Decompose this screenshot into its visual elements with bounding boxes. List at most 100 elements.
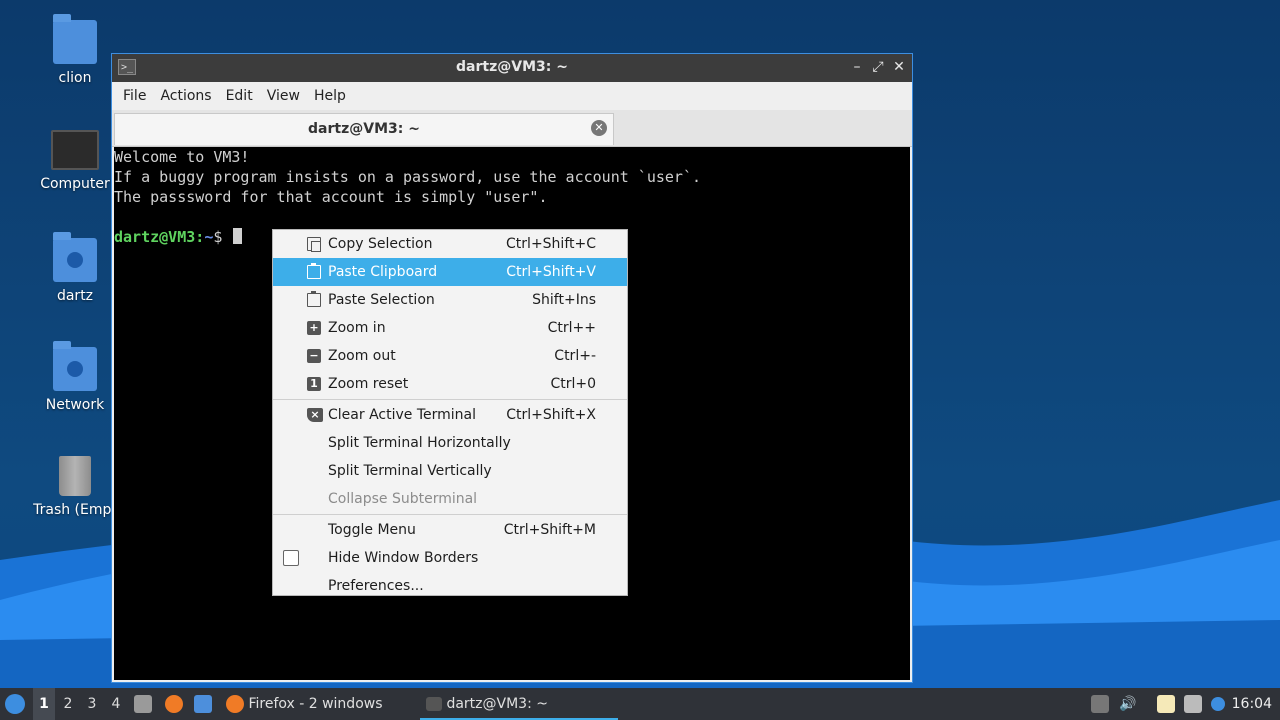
menu-item-label: Split Terminal Horizontally [328,435,511,451]
terminal-icon [426,697,442,711]
hide-borders-checkbox[interactable] [283,550,299,566]
menu-item-label: Copy Selection [328,236,433,252]
window-titlebar[interactable]: >_ dartz@VM3: ~ – ⤢ ✕ [112,54,912,82]
firefox-icon [165,695,183,713]
desktop-icon-label: dartz [56,288,94,304]
desktop-icon-label: Trash (Empt [33,502,117,518]
desktop-icon-trash[interactable]: Trash (Empt [25,456,125,518]
menu-item-label: Zoom out [328,348,396,364]
workspace-3[interactable]: 3 [81,688,103,720]
menu-item-label: Preferences... [328,578,424,594]
menu-edit[interactable]: Edit [219,88,260,104]
start-menu-icon[interactable] [5,694,25,714]
workspace-2[interactable]: 2 [57,688,79,720]
desktop-icon-dartz[interactable]: dartz [25,232,125,304]
desktop-icon-clion[interactable]: clion [25,14,125,86]
task-label: Firefox - 2 windows [248,696,383,712]
volume-icon[interactable]: 🔊 [1119,695,1137,713]
terminal-line: Welcome to VM3! [114,148,250,166]
menu-item-shortcut: Ctrl+- [554,348,596,364]
menu-item-label: Zoom in [328,320,386,336]
tab-close-icon[interactable]: ✕ [591,120,607,136]
prompt-separator: : [195,228,205,246]
copy-icon [307,237,321,252]
desktop-icon-computer[interactable]: Computer [25,130,125,192]
firefox-icon [226,695,244,713]
file-manager-icon [134,695,152,713]
clock[interactable]: 16:04 [1232,688,1272,720]
menu-item-label: Zoom reset [328,376,409,392]
folder-icon [53,14,97,64]
maximize-button[interactable]: ⤢ [869,58,887,76]
menu-item-label: Paste Clipboard [328,264,438,280]
menu-item-split-horizontal[interactable]: Split Terminal Horizontally [273,429,627,457]
file-manager-launcher[interactable] [134,688,152,720]
menu-item-label: Clear Active Terminal [328,407,476,423]
context-menu: Copy Selection Ctrl+Shift+C Paste Clipbo… [272,229,628,596]
menu-item-zoom-out[interactable]: − Zoom out Ctrl+- [273,342,627,370]
menu-item-shortcut: Ctrl+0 [550,376,596,392]
window-title: dartz@VM3: ~ [456,59,568,75]
task-label: dartz@VM3: ~ [446,696,548,712]
menu-item-shortcut: Shift+Ins [532,292,596,308]
workspace-1[interactable]: 1 [33,688,55,720]
task-terminal[interactable]: dartz@VM3: ~ [420,688,618,720]
tab-strip: dartz@VM3: ~ ✕ [112,110,912,147]
firefox-launcher[interactable] [165,688,183,720]
menu-help[interactable]: Help [307,88,353,104]
prompt-user: dartz@VM3 [114,228,196,246]
menu-separator [273,399,627,400]
menu-item-shortcut: Ctrl+Shift+C [506,236,596,252]
home-folder-icon [53,232,97,282]
network-icon[interactable] [1184,695,1202,713]
task-firefox[interactable]: Firefox - 2 windows [226,688,406,720]
terminal-line: If a buggy program insists on a password… [114,168,701,186]
zoom-out-icon: − [307,349,321,363]
computer-icon [51,130,99,170]
terminal-line: The passsword for that account is simply… [114,188,548,206]
desktop-icon-label: clion [58,70,92,86]
desktop-launcher[interactable] [194,688,212,720]
tray-show-hidden-icon[interactable] [1091,695,1109,713]
prompt-symbol: $ [213,228,223,246]
update-notifier-icon[interactable] [1211,697,1225,711]
menu-separator [273,514,627,515]
menu-view[interactable]: View [260,88,307,104]
menu-item-clear-terminal[interactable]: × Clear Active Terminal Ctrl+Shift+X [273,401,627,429]
close-button[interactable]: ✕ [890,58,908,76]
text-cursor [233,228,243,244]
menu-item-label: Toggle Menu [328,522,416,538]
clipboard-icon[interactable] [1157,695,1175,713]
menu-item-zoom-reset[interactable]: 1 Zoom reset Ctrl+0 [273,370,627,398]
clear-icon: × [307,408,323,422]
show-desktop-icon [194,695,212,713]
menu-item-label: Hide Window Borders [328,550,479,566]
menu-item-label: Collapse Subterminal [328,491,478,507]
menu-item-toggle-menu[interactable]: Toggle Menu Ctrl+Shift+M [273,516,627,544]
prompt-path: ~ [204,228,214,246]
menu-item-preferences[interactable]: Preferences... [273,572,627,600]
menu-item-shortcut: Ctrl+Shift+M [503,522,596,538]
zoom-in-icon: + [307,321,321,335]
desktop-icon-label: Computer [40,176,110,192]
menu-file[interactable]: File [116,88,153,104]
tab-terminal[interactable]: dartz@VM3: ~ ✕ [114,113,614,145]
menu-item-paste-selection[interactable]: Paste Selection Shift+Ins [273,286,627,314]
menu-actions[interactable]: Actions [153,88,218,104]
menu-item-label: Paste Selection [328,292,435,308]
menu-item-shortcut: Ctrl++ [547,320,596,336]
minimize-button[interactable]: – [848,58,866,76]
menu-item-shortcut: Ctrl+Shift+V [506,264,596,280]
desktop-icon-network[interactable]: Network [25,341,125,413]
menu-item-split-vertical[interactable]: Split Terminal Vertically [273,457,627,485]
paste-icon [307,291,321,307]
menu-item-paste-clipboard[interactable]: Paste Clipboard Ctrl+Shift+V [273,258,627,286]
menu-item-copy-selection[interactable]: Copy Selection Ctrl+Shift+C [273,230,627,258]
network-folder-icon [53,341,97,391]
menu-item-hide-window-borders[interactable]: Hide Window Borders [273,544,627,572]
menu-item-label: Split Terminal Vertically [328,463,492,479]
zoom-reset-icon: 1 [307,377,321,391]
workspace-4[interactable]: 4 [105,688,127,720]
menu-item-zoom-in[interactable]: + Zoom in Ctrl++ [273,314,627,342]
menubar: File Actions Edit View Help [112,82,912,110]
